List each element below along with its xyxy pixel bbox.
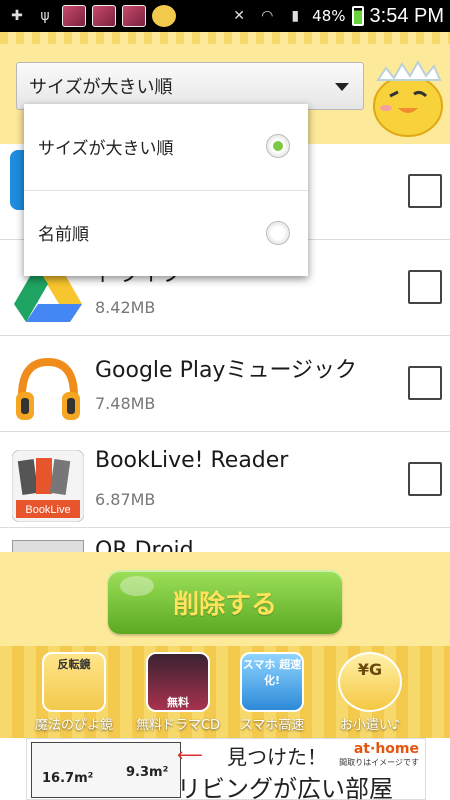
promo-icon-text: ¥G	[357, 660, 383, 679]
battery-percent: 48%	[312, 7, 346, 25]
app-size: 6.87MB	[95, 490, 156, 509]
promo-label: お小遣い♪	[339, 718, 401, 733]
button-sheen	[120, 576, 154, 596]
usb-icon: ψ	[40, 8, 50, 24]
floor-plan-image: 16.7m² 9.3m²	[31, 742, 181, 798]
chick-notification-icon	[152, 5, 176, 27]
app-size: 8.42MB	[95, 298, 156, 317]
mirror-app-icon: 反転鏡	[42, 652, 106, 712]
ad-headline-2: リビングが広い部屋	[177, 775, 393, 800]
header-stripe	[0, 32, 450, 44]
promo-label: スマホ高速	[239, 718, 305, 733]
promo-icon-text: 反転鏡	[57, 658, 91, 671]
sort-option-name[interactable]: 名前順	[24, 190, 308, 274]
ad-brand-logo: at·home	[353, 741, 419, 757]
promo-icon-text: 無料	[167, 696, 189, 709]
option-label: サイズが大きい順	[38, 138, 174, 159]
arrow-icon: ⟵	[177, 745, 203, 766]
action-bar: 削除する	[0, 552, 450, 646]
promo-app-speed[interactable]: スマホ 超速化! スマホ高速	[224, 652, 320, 736]
status-bar: ✚ ψ ✕ ◠ ▮ 48% 3:54 PM	[0, 0, 450, 32]
select-checkbox[interactable]	[408, 462, 442, 496]
drama-app-icon: 無料	[146, 652, 210, 712]
list-item[interactable]: BookLive BookLive! Reader 6.87MB	[0, 432, 450, 528]
promo-label: 魔法のぴよ鏡	[34, 718, 113, 733]
room-size-1: 16.7m²	[42, 771, 94, 786]
option-label: 名前順	[38, 225, 89, 245]
promo-app-money[interactable]: ¥G お小遣い♪	[322, 652, 418, 736]
qr-icon	[12, 540, 84, 552]
list-item[interactable]: Google Playミュージック 7.48MB	[0, 336, 450, 432]
app-name: QR Droid	[95, 538, 194, 552]
clock: 3:54 PM	[369, 4, 444, 27]
radio-selected-icon[interactable]	[266, 134, 290, 158]
svg-text:BookLive: BookLive	[25, 504, 70, 516]
sort-option-size[interactable]: サイズが大きい順	[24, 104, 308, 188]
notification-thumbnail-icon	[122, 5, 146, 27]
promo-apps: 反転鏡 魔法のぴよ鏡 無料 無料ドラマCD スマホ 超速化! スマホ高速 ¥G …	[0, 646, 450, 738]
booklive-icon: BookLive	[12, 450, 84, 522]
notification-thumbnail-icon	[92, 5, 116, 27]
sort-options-popup[interactable]: サイズが大きい順 名前順	[24, 104, 308, 276]
list-item[interactable]: QR Droid	[0, 528, 450, 552]
wifi-icon: ◠	[261, 8, 274, 24]
sort-selected-label: サイズが大きい順	[29, 77, 173, 98]
promo-app-drama[interactable]: 無料 無料ドラマCD	[130, 652, 226, 736]
mute-icon: ✕	[233, 8, 246, 24]
headphones-icon	[16, 357, 80, 420]
promo-app-mirror[interactable]: 反転鏡 魔法のぴよ鏡	[26, 652, 122, 736]
money-app-icon: ¥G	[338, 652, 402, 712]
select-checkbox[interactable]	[408, 270, 442, 304]
ad-banner[interactable]: 16.7m² 9.3m² ⟵ 見つけた！ リビングが広い部屋 at·home 間…	[26, 738, 426, 800]
notification-thumbnail-icon	[62, 5, 86, 27]
delete-label: 削除する	[172, 589, 277, 620]
speed-app-icon: スマホ 超速化!	[240, 652, 304, 712]
battery-icon	[351, 6, 364, 26]
add-icon: ✚	[11, 8, 23, 24]
radio-unselected-icon[interactable]	[266, 221, 290, 245]
app-name: BookLive! Reader	[95, 448, 289, 473]
dropdown-arrow-icon	[335, 83, 349, 91]
promo-icon-text: スマホ 超速化!	[242, 658, 302, 687]
signal-icon: ▮	[291, 8, 300, 24]
delete-button[interactable]: 削除する	[108, 570, 342, 634]
select-checkbox[interactable]	[408, 366, 442, 400]
select-checkbox[interactable]	[408, 174, 442, 208]
app-name: Google Playミュージック	[95, 358, 358, 383]
ad-headline-1: 見つけた！	[227, 745, 327, 769]
sort-dropdown[interactable]: サイズが大きい順	[16, 62, 364, 110]
promo-label: 無料ドラマCD	[135, 718, 221, 733]
ad-note: 間取りはイメージです	[339, 758, 419, 767]
room-size-2: 9.3m²	[126, 765, 169, 780]
chick-mascot-icon	[373, 59, 443, 137]
app-size: 7.48MB	[95, 394, 156, 413]
